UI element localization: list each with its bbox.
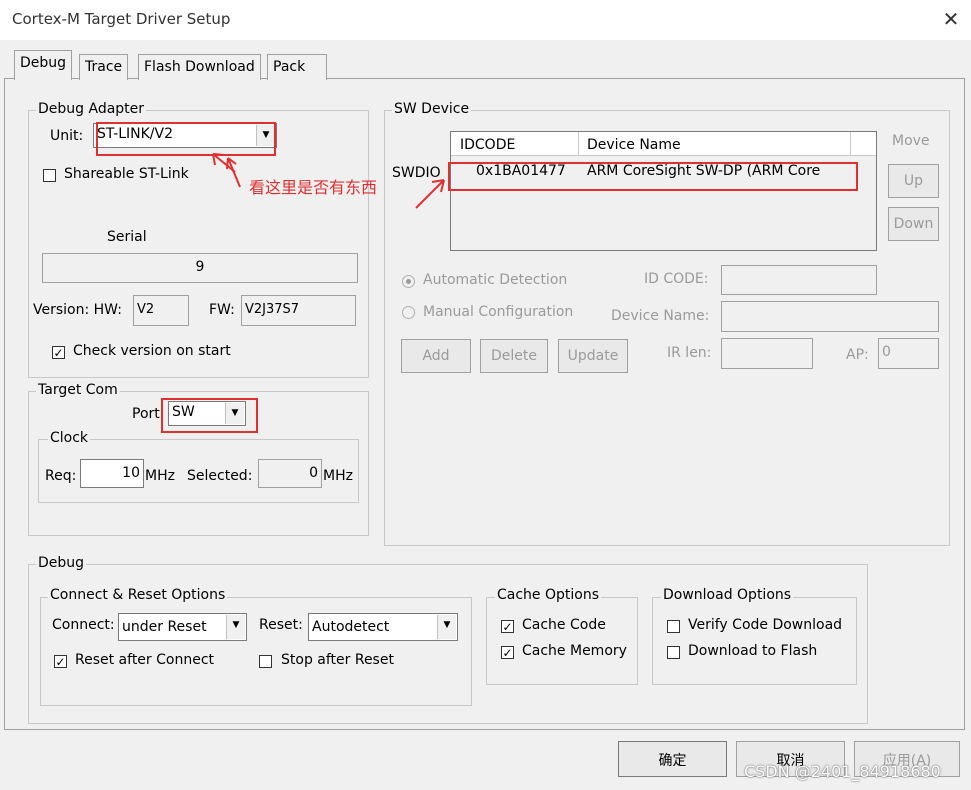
id-code-field: [721, 265, 877, 295]
mhz-label-1: MHz: [145, 468, 175, 484]
selected-label: Selected:: [187, 468, 253, 484]
reset-after-connect-checkbox[interactable]: ✓: [54, 655, 67, 668]
connect-label: Connect:: [52, 617, 115, 633]
down-button[interactable]: Down: [888, 207, 939, 241]
selected-field: 0: [258, 459, 322, 488]
check-version-label: Check version on start: [73, 343, 231, 359]
ir-len-label: IR len:: [667, 345, 712, 361]
chevron-down-icon[interactable]: ▼: [226, 615, 245, 639]
annotation-arrow-icon: [415, 179, 445, 209]
cache-options-label: Cache Options: [495, 587, 602, 603]
up-button[interactable]: Up: [888, 164, 939, 198]
check-version-checkbox[interactable]: ✓: [52, 346, 65, 359]
annotation-box-port: [161, 398, 258, 433]
ok-button[interactable]: 确定: [618, 741, 727, 777]
debug-options-label: Debug: [36, 555, 87, 571]
watermark: CSDN @2401_84918680: [744, 762, 941, 781]
auto-detect-radio[interactable]: [402, 275, 415, 288]
fw-version-field: V2J37S7: [241, 295, 356, 326]
connect-combo[interactable]: under Reset ▼: [118, 613, 247, 641]
serial-label: Serial: [107, 229, 147, 245]
sw-device-label: SW Device: [392, 101, 472, 117]
manual-config-label: Manual Configuration: [423, 304, 574, 320]
req-input[interactable]: 10: [80, 459, 144, 488]
col-divider: [578, 132, 579, 156]
annotation-text: 看这里是否有东西: [249, 178, 378, 197]
window-title: Cortex-M Target Driver Setup: [12, 10, 231, 28]
target-com-label: Target Com: [36, 382, 120, 398]
connect-reset-label: Connect & Reset Options: [48, 587, 228, 603]
download-flash-checkbox[interactable]: [667, 646, 680, 659]
shareable-checkbox[interactable]: [43, 169, 56, 182]
col-divider: [850, 132, 851, 156]
stop-after-reset-label: Stop after Reset: [281, 652, 394, 668]
reset-combo[interactable]: Autodetect ▼: [308, 613, 458, 641]
delete-button[interactable]: Delete: [480, 339, 548, 373]
cache-code-label: Cache Code: [522, 617, 606, 633]
col-header-idcode[interactable]: IDCODE: [460, 137, 515, 153]
verify-code-label: Verify Code Download: [688, 617, 843, 633]
stop-after-reset-checkbox[interactable]: [259, 655, 272, 668]
ap-label: AP:: [846, 347, 869, 363]
version-hw-label: Version: HW:: [33, 302, 122, 318]
debug-adapter-label: Debug Adapter: [36, 101, 147, 117]
hw-version-field: V2: [133, 295, 189, 326]
id-code-label: ID CODE:: [644, 271, 709, 287]
connect-value: under Reset: [122, 619, 207, 635]
reset-after-connect-label: Reset after Connect: [75, 652, 215, 668]
port-label: Port:: [132, 406, 165, 422]
tab-trace[interactable]: Trace: [79, 54, 129, 80]
annotation-arrow-icon: [226, 157, 241, 188]
close-icon[interactable]: ✕: [938, 6, 964, 32]
cache-options-group: [486, 597, 638, 685]
tab-pack[interactable]: Pack: [267, 54, 327, 80]
device-name-field: [721, 301, 939, 332]
clock-label: Clock: [48, 430, 91, 446]
cache-code-checkbox[interactable]: ✓: [501, 620, 514, 633]
download-flash-label: Download to Flash: [688, 643, 818, 659]
download-options-label: Download Options: [661, 587, 794, 603]
download-options-group: [652, 597, 857, 685]
ir-len-field: [721, 338, 813, 369]
tab-flash-download[interactable]: Flash Download: [138, 54, 261, 80]
auto-detect-label: Automatic Detection: [423, 272, 568, 288]
cache-memory-label: Cache Memory: [522, 643, 627, 659]
update-button[interactable]: Update: [558, 339, 628, 373]
shareable-label: Shareable ST-Link: [64, 166, 189, 182]
move-label: Move: [892, 133, 930, 149]
cache-memory-checkbox[interactable]: ✓: [501, 646, 514, 659]
annotation-box-device: [448, 162, 858, 191]
unit-label: Unit:: [50, 128, 84, 144]
fw-label: FW:: [209, 302, 235, 318]
tab-debug[interactable]: Debug: [14, 50, 73, 80]
reset-value: Autodetect: [312, 619, 390, 635]
ap-field: 0: [878, 338, 939, 369]
verify-code-checkbox[interactable]: [667, 620, 680, 633]
col-header-device-name[interactable]: Device Name: [587, 137, 681, 153]
chevron-down-icon[interactable]: ▼: [437, 615, 456, 639]
reset-label: Reset:: [259, 617, 303, 633]
serial-field: 9: [42, 253, 358, 283]
manual-config-radio[interactable]: [402, 306, 415, 319]
mhz-label-2: MHz: [323, 468, 353, 484]
device-name-label: Device Name:: [611, 308, 710, 324]
req-label: Req:: [45, 468, 77, 484]
add-button[interactable]: Add: [401, 339, 471, 373]
